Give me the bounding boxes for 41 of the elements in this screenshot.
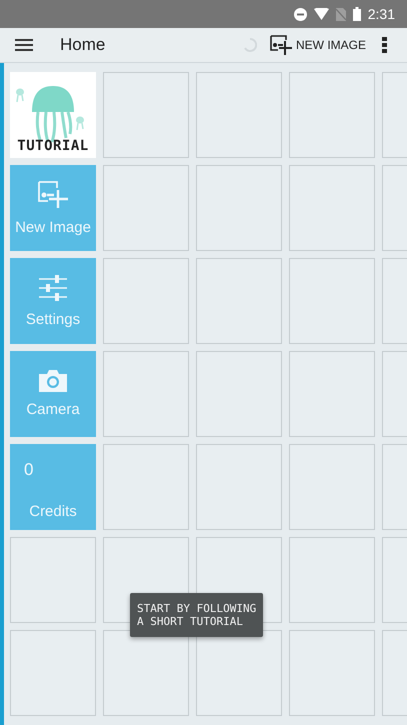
settings-tile[interactable]: Settings xyxy=(10,258,96,344)
tutorial-tile[interactable]: TUTORIAL xyxy=(10,72,96,158)
empty-tile[interactable] xyxy=(103,630,189,716)
empty-tile[interactable] xyxy=(196,258,282,344)
camera-tile[interactable]: Camera xyxy=(10,351,96,437)
empty-tile[interactable] xyxy=(10,630,96,716)
empty-tile[interactable] xyxy=(289,258,375,344)
clock-time: 2:31 xyxy=(368,6,395,22)
empty-tile[interactable] xyxy=(196,444,282,530)
empty-tile[interactable] xyxy=(289,537,375,623)
add-image-icon xyxy=(37,180,69,210)
camera-icon xyxy=(39,370,67,392)
new-image-tile[interactable]: New Image xyxy=(10,165,96,251)
empty-tile[interactable] xyxy=(103,72,189,158)
empty-tile[interactable] xyxy=(289,72,375,158)
empty-tile[interactable] xyxy=(289,444,375,530)
empty-tile[interactable] xyxy=(196,351,282,437)
empty-tile[interactable] xyxy=(289,630,375,716)
page-title: Home xyxy=(60,35,106,55)
empty-tile[interactable] xyxy=(196,72,282,158)
new-image-button[interactable]: NEW IMAGE xyxy=(270,34,366,56)
menu-icon[interactable] xyxy=(15,38,33,52)
tutorial-hint-tooltip: START BY FOLLOWING A SHORT TUTORIAL xyxy=(130,593,264,637)
empty-tile[interactable] xyxy=(103,258,189,344)
empty-tile[interactable] xyxy=(289,351,375,437)
empty-tile[interactable] xyxy=(103,165,189,251)
empty-tile[interactable] xyxy=(103,444,189,530)
credits-tile[interactable]: 0 Credits xyxy=(10,444,96,530)
empty-tile[interactable] xyxy=(196,165,282,251)
empty-tile[interactable] xyxy=(103,351,189,437)
add-image-icon xyxy=(270,34,294,56)
empty-tile[interactable] xyxy=(10,537,96,623)
battery-icon xyxy=(352,7,361,21)
wifi-icon xyxy=(314,8,329,20)
more-options-icon[interactable] xyxy=(382,37,387,53)
credits-count: 0 xyxy=(24,460,34,480)
do-not-disturb-icon xyxy=(294,8,307,20)
no-sim-icon xyxy=(336,8,346,20)
empty-tile[interactable] xyxy=(289,165,375,251)
sliders-icon xyxy=(38,274,68,302)
empty-tile[interactable] xyxy=(196,630,282,716)
